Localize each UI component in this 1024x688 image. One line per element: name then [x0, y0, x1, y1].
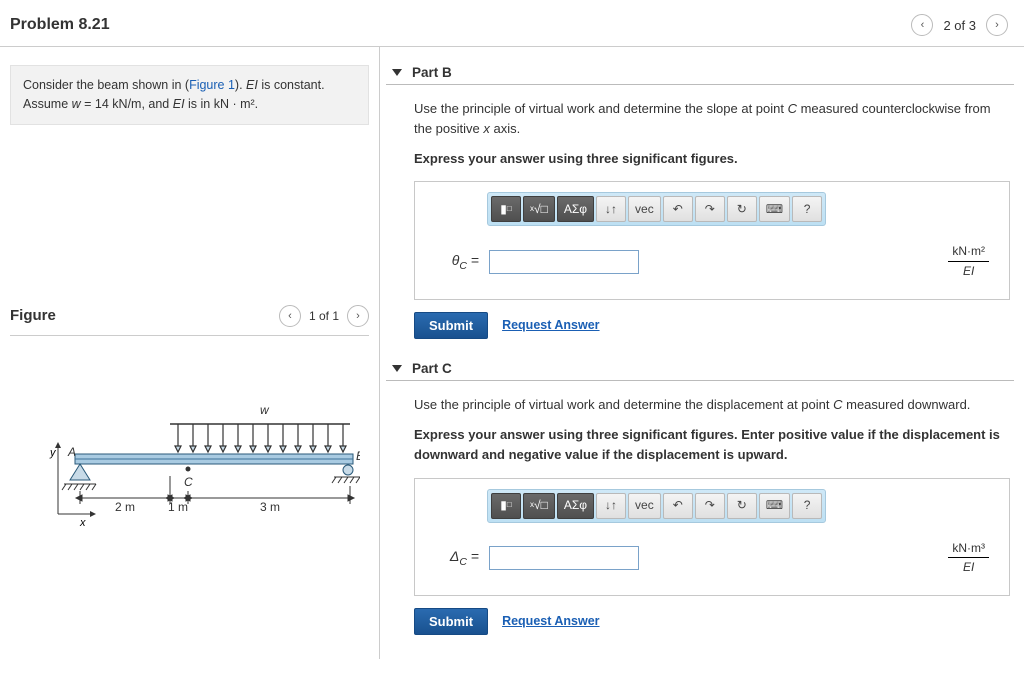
part-c-desc: Use the principle of virtual work and de… — [414, 395, 1010, 415]
left-panel: Consider the beam shown in (Figure 1). E… — [0, 47, 380, 659]
prev-problem-button[interactable]: ‹ — [911, 14, 933, 36]
part-b-answer-box: ▮□ x√□ ΑΣφ ↓↑ vec ↶ ↷ ↻ ⌨ ? θC = — [414, 181, 1010, 300]
equation-toolbar: ▮□ x√□ ΑΣφ ↓↑ vec ↶ ↷ ↻ ⌨ ? — [487, 192, 826, 226]
svg-text:w: w — [260, 403, 270, 417]
next-figure-button[interactable]: › — [347, 305, 369, 327]
part-c-header[interactable]: Part C — [386, 357, 1014, 381]
figure-link[interactable]: Figure 1 — [189, 78, 235, 92]
problem-statement: Consider the beam shown in (Figure 1). E… — [10, 65, 369, 125]
help-button[interactable]: ? — [792, 196, 822, 222]
undo-button[interactable]: ↶ — [663, 493, 693, 519]
part-b-desc: Use the principle of virtual work and de… — [414, 99, 1010, 139]
part-b: Part B Use the principle of virtual work… — [386, 61, 1014, 343]
keyboard-button[interactable]: ⌨ — [759, 196, 790, 222]
part-b-var: θC = — [439, 250, 479, 274]
undo-button[interactable]: ↶ — [663, 196, 693, 222]
part-c: Part C Use the principle of virtual work… — [386, 357, 1014, 639]
equation-toolbar: ▮□ x√□ ΑΣφ ↓↑ vec ↶ ↷ ↻ ⌨ ? — [487, 489, 826, 523]
figure-heading: Figure — [10, 307, 56, 324]
greek-letters-button[interactable]: ΑΣφ — [557, 196, 594, 222]
prev-figure-button[interactable]: ‹ — [279, 305, 301, 327]
greek-letters-button[interactable]: ΑΣφ — [557, 493, 594, 519]
caret-down-icon — [392, 365, 402, 372]
vec-button[interactable]: vec — [628, 493, 661, 519]
part-c-request-answer-link[interactable]: Request Answer — [502, 612, 599, 631]
svg-text:x: x — [79, 517, 86, 529]
right-panel: Part B Use the principle of virtual work… — [380, 47, 1024, 659]
beam-figure: w — [20, 396, 360, 536]
next-problem-button[interactable]: › — [986, 14, 1008, 36]
problem-title: Problem 8.21 — [10, 16, 110, 34]
template-button[interactable]: ▮□ — [491, 196, 521, 222]
svg-text:1 m: 1 m — [168, 500, 188, 514]
problem-pager: ‹ 2 of 3 › — [911, 14, 1008, 36]
part-b-title: Part B — [412, 65, 452, 80]
reset-button[interactable]: ↻ — [727, 196, 757, 222]
part-b-submit-button[interactable]: Submit — [414, 312, 488, 339]
part-c-answer-box: ▮□ x√□ ΑΣφ ↓↑ vec ↶ ↷ ↻ ⌨ ? ΔC = — [414, 478, 1010, 597]
root-fraction-button[interactable]: x√□ — [523, 493, 555, 519]
part-b-input[interactable] — [489, 250, 639, 274]
page-header: Problem 8.21 ‹ 2 of 3 › — [0, 0, 1024, 46]
vec-button[interactable]: vec — [628, 196, 661, 222]
part-b-unit: kN·m²EI — [948, 242, 989, 281]
keyboard-button[interactable]: ⌨ — [759, 493, 790, 519]
figure-pager: ‹ 1 of 1 › — [279, 305, 369, 327]
part-c-title: Part C — [412, 361, 452, 376]
part-c-unit: kN·m³EI — [948, 539, 989, 578]
updown-button[interactable]: ↓↑ — [596, 196, 626, 222]
part-b-instruction: Express your answer using three signific… — [414, 149, 1010, 169]
template-button[interactable]: ▮□ — [491, 493, 521, 519]
caret-down-icon — [392, 69, 402, 76]
updown-button[interactable]: ↓↑ — [596, 493, 626, 519]
figure-header: Figure ‹ 1 of 1 › — [10, 305, 369, 336]
figure-pager-text: 1 of 1 — [309, 309, 339, 323]
pager-text: 2 of 3 — [943, 18, 976, 33]
svg-text:2 m: 2 m — [115, 500, 135, 514]
part-b-header[interactable]: Part B — [386, 61, 1014, 85]
svg-text:C: C — [184, 475, 193, 489]
help-button[interactable]: ? — [792, 493, 822, 519]
root-fraction-button[interactable]: x√□ — [523, 196, 555, 222]
svg-text:A: A — [67, 445, 76, 459]
svg-text:y: y — [49, 447, 57, 459]
svg-text:3 m: 3 m — [260, 500, 280, 514]
part-c-var: ΔC = — [439, 546, 479, 570]
svg-text:B: B — [356, 449, 360, 463]
part-c-submit-button[interactable]: Submit — [414, 608, 488, 635]
redo-button[interactable]: ↷ — [695, 493, 725, 519]
redo-button[interactable]: ↷ — [695, 196, 725, 222]
part-b-request-answer-link[interactable]: Request Answer — [502, 316, 599, 335]
reset-button[interactable]: ↻ — [727, 493, 757, 519]
part-c-instruction: Express your answer using three signific… — [414, 425, 1010, 465]
part-c-input[interactable] — [489, 546, 639, 570]
